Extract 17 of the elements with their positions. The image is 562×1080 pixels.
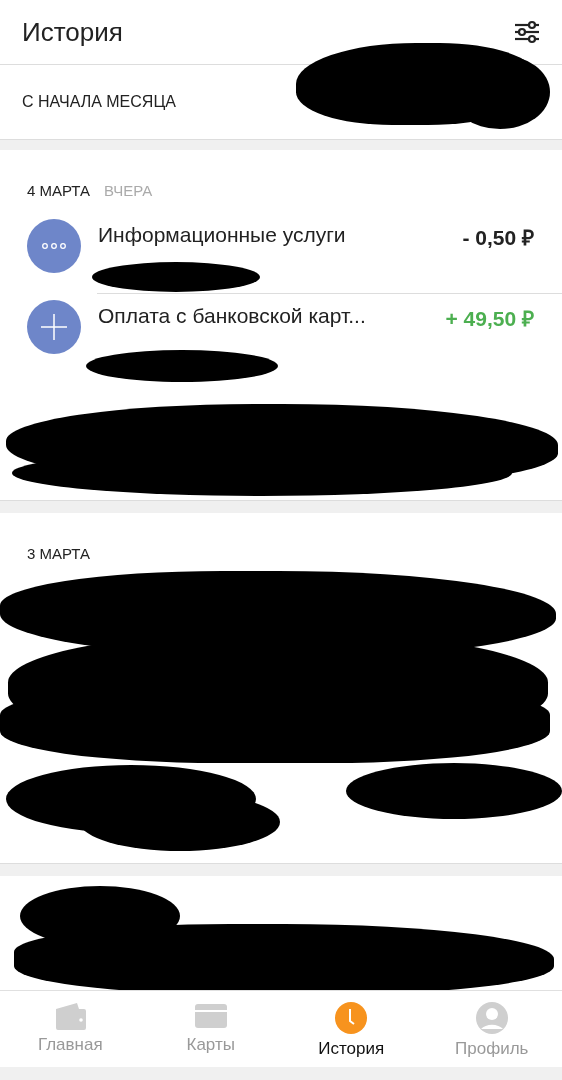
clock-icon [334,1001,369,1035]
period-label: С НАЧАЛА МЕСЯЦА [22,93,176,111]
date-heading: 4 МАРТА [27,182,90,199]
transaction-title[interactable]: Информационные услуги [98,223,463,247]
user-icon [474,1001,509,1035]
date-heading: 3 МАРТА [27,545,90,562]
transaction-amount: + 49,50 ₽ [445,306,534,332]
plus-icon [27,300,81,354]
relative-day: ВЧЕРА [104,182,153,199]
transaction-amount: - 0,50 ₽ [462,225,534,251]
card-icon [193,1001,228,1031]
wallet-icon [53,1001,88,1031]
transaction-title[interactable]: Оплата с банковской карт... [98,304,446,328]
more-icon [27,219,81,273]
page-title: История [22,16,123,48]
filter-icon[interactable] [514,20,540,44]
nav-tab[interactable]: История [281,991,422,1067]
